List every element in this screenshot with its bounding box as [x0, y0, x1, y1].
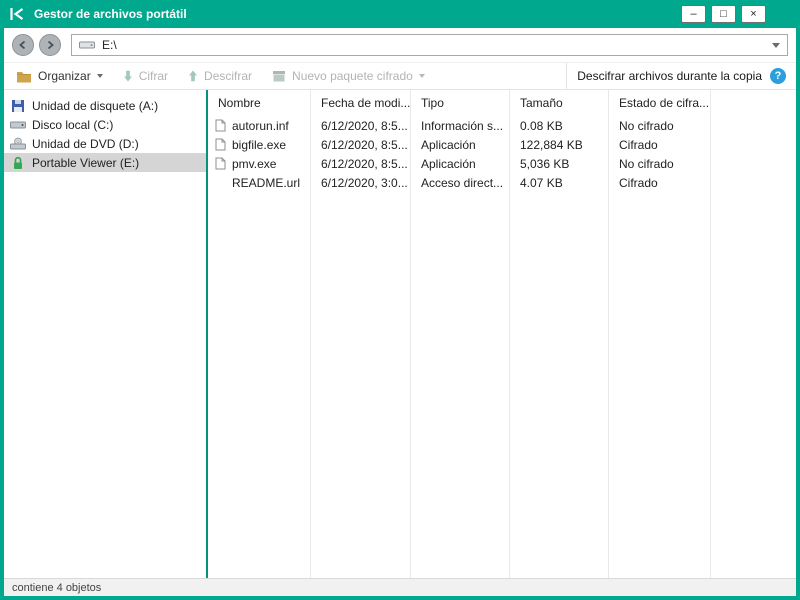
minimize-button[interactable]: –	[681, 5, 706, 23]
file-row-type[interactable]: Aplicación	[411, 135, 509, 154]
close-button[interactable]: ×	[741, 5, 766, 23]
column-status: Estado de cifra... No cifrado Cifrado No…	[609, 90, 711, 578]
toolbar-right-group: Descifrar archivos durante la copia ?	[566, 63, 796, 89]
floppy-icon	[9, 99, 26, 113]
sidebar-item-portable-e[interactable]: Portable Viewer (E:)	[4, 153, 206, 172]
chevron-down-icon	[97, 74, 103, 78]
chevron-down-icon	[419, 74, 425, 78]
sidebar-item-label: Unidad de DVD (D:)	[32, 137, 139, 151]
column-size: Tamaño 0.08 KB 122,884 KB 5,036 KB 4.07 …	[510, 90, 609, 578]
column-header-fecha[interactable]: Fecha de modi...	[311, 90, 410, 116]
sidebar-item-floppy-a[interactable]: Unidad de disquete (A:)	[4, 96, 206, 115]
address-text: E:\	[102, 38, 765, 52]
column-header-estado[interactable]: Estado de cifra...	[609, 90, 710, 116]
file-icon	[215, 119, 227, 132]
file-row-type[interactable]: Información s...	[411, 116, 509, 135]
window-controls: – □ ×	[681, 5, 766, 23]
toolbar: Organizar Cifrar Descifrar	[4, 62, 796, 90]
app-window: Gestor de archivos portátil – □ ×	[0, 0, 800, 600]
file-row-size[interactable]: 0.08 KB	[510, 116, 608, 135]
address-bar[interactable]: E:\	[71, 34, 788, 56]
file-row-name[interactable]: bigfile.exe	[208, 135, 310, 154]
file-row-date[interactable]: 6/12/2020, 8:5...	[311, 116, 410, 135]
encrypt-label: Cifrar	[139, 69, 168, 83]
file-row-size[interactable]: 4.07 KB	[510, 173, 608, 192]
sidebar-item-label: Portable Viewer (E:)	[32, 156, 139, 170]
file-row-date[interactable]: 6/12/2020, 8:5...	[311, 135, 410, 154]
forward-button[interactable]	[39, 34, 61, 56]
titlebar: Gestor de archivos portátil – □ ×	[0, 0, 800, 28]
column-date: Fecha de modi... 6/12/2020, 8:5... 6/12/…	[311, 90, 411, 578]
file-row-size[interactable]: 122,884 KB	[510, 135, 608, 154]
file-name: README.url	[232, 176, 300, 190]
status-text: contiene 4 objetos	[12, 582, 101, 594]
chevron-down-icon[interactable]	[772, 43, 780, 48]
hdd-icon	[9, 119, 26, 131]
file-row-type[interactable]: Aplicación	[411, 154, 509, 173]
file-icon	[215, 138, 227, 151]
new-package-button[interactable]: Nuevo paquete cifrado	[262, 63, 435, 89]
encrypt-button[interactable]: Cifrar	[113, 63, 178, 89]
client-area: E:\ Organizar Cifrar	[4, 28, 796, 596]
file-name: bigfile.exe	[232, 138, 286, 152]
back-button[interactable]	[12, 34, 34, 56]
arrow-down-icon	[123, 70, 133, 82]
drive-icon	[79, 40, 95, 50]
drive-tree: Unidad de disquete (A:) Disco local (C:)	[4, 90, 206, 578]
back-arrow-icon	[18, 40, 28, 50]
file-row-name[interactable]: README.url	[208, 173, 310, 192]
navigation-bar: E:\	[4, 28, 796, 62]
file-row-type[interactable]: Acceso direct...	[411, 173, 509, 192]
kaspersky-logo-icon	[8, 5, 26, 23]
column-name: Nombre autorun.inf bigfile.exe	[208, 90, 311, 578]
column-filler	[711, 90, 796, 578]
file-row-size[interactable]: 5,036 KB	[510, 154, 608, 173]
maximize-button[interactable]: □	[711, 5, 736, 23]
main-area: Unidad de disquete (A:) Disco local (C:)	[4, 90, 796, 578]
column-type: Tipo Información s... Aplicación Aplicac…	[411, 90, 510, 578]
column-header-tamano[interactable]: Tamaño	[510, 90, 608, 116]
file-row-name[interactable]: pmv.exe	[208, 154, 310, 173]
file-list: Nombre autorun.inf bigfile.exe	[208, 90, 796, 578]
toolbar-left-group: Organizar Cifrar Descifrar	[4, 63, 566, 89]
decrypt-label: Descifrar	[204, 69, 252, 83]
copy-option-label: Descifrar archivos durante la copia	[577, 69, 762, 83]
column-header-nombre[interactable]: Nombre	[208, 90, 310, 116]
decrypt-button[interactable]: Descifrar	[178, 63, 262, 89]
organize-button[interactable]: Organizar	[6, 63, 113, 89]
file-name: pmv.exe	[232, 157, 276, 171]
file-icon	[215, 157, 227, 170]
folder-icon	[16, 70, 32, 83]
sidebar-item-dvd-d[interactable]: Unidad de DVD (D:)	[4, 134, 206, 153]
dvd-icon	[9, 137, 26, 150]
sidebar-item-local-c[interactable]: Disco local (C:)	[4, 115, 206, 134]
arrow-up-icon	[188, 70, 198, 82]
sidebar-item-label: Unidad de disquete (A:)	[32, 99, 158, 113]
forward-arrow-icon	[45, 40, 55, 50]
column-header-tipo[interactable]: Tipo	[411, 90, 509, 116]
help-icon[interactable]: ?	[770, 68, 786, 84]
status-bar: contiene 4 objetos	[4, 578, 796, 596]
file-name: autorun.inf	[232, 119, 289, 133]
new-package-label: Nuevo paquete cifrado	[292, 69, 413, 83]
file-row-status[interactable]: Cifrado	[609, 173, 710, 192]
organize-label: Organizar	[38, 69, 91, 83]
file-row-status[interactable]: No cifrado	[609, 154, 710, 173]
file-row-name[interactable]: autorun.inf	[208, 116, 310, 135]
lock-icon	[9, 156, 26, 170]
file-row-status[interactable]: Cifrado	[609, 135, 710, 154]
file-row-date[interactable]: 6/12/2020, 8:5...	[311, 154, 410, 173]
window-title: Gestor de archivos portátil	[34, 7, 187, 21]
file-row-date[interactable]: 6/12/2020, 3:0...	[311, 173, 410, 192]
file-row-status[interactable]: No cifrado	[609, 116, 710, 135]
package-icon	[272, 70, 286, 82]
sidebar-item-label: Disco local (C:)	[32, 118, 113, 132]
